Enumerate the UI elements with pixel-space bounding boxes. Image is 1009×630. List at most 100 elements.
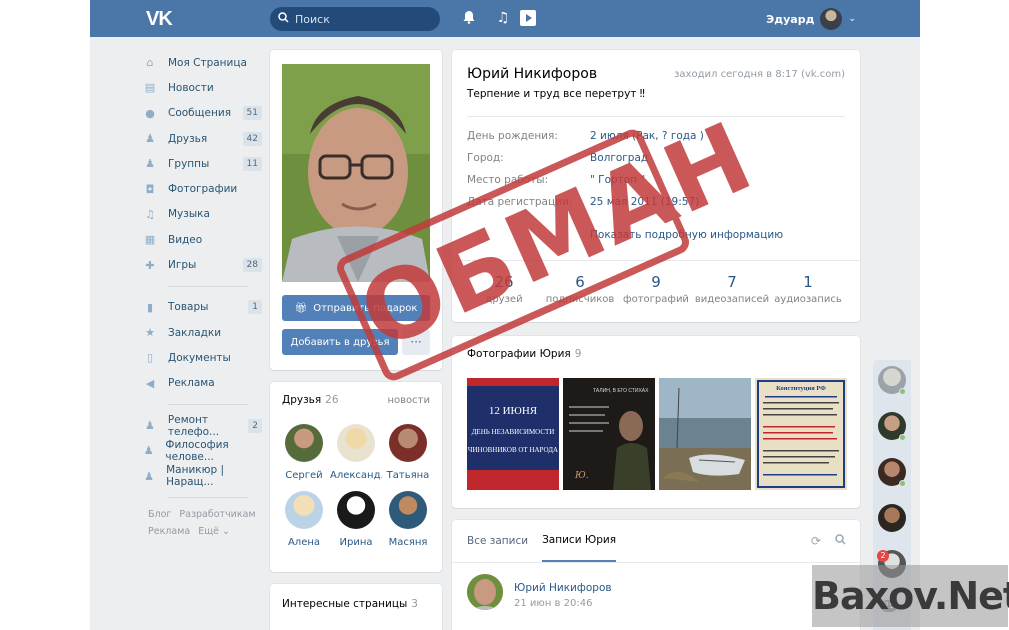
music-icon[interactable]: ♫ [495, 10, 511, 26]
tab-all-posts[interactable]: Все записи [467, 520, 528, 562]
count-badge: 11 [242, 156, 262, 171]
chevron-down-icon: ⌄ [848, 14, 856, 24]
sidebar-item[interactable]: ♟ Друзья 42 [142, 126, 262, 151]
sidebar-item[interactable]: ◘ Фотографии [142, 176, 262, 201]
user-menu[interactable]: Эдуард ⌄ [766, 8, 856, 30]
post-author-name[interactable]: Юрий Никифоров [514, 582, 612, 594]
document-icon: ▯ [146, 351, 154, 365]
sidebar-item-label: Закладки [168, 326, 222, 339]
sidebar-item-label: Документы [168, 351, 231, 364]
bag-icon: ▮ [146, 300, 154, 314]
sidebar-item-label: Реклама [168, 377, 215, 390]
sidebar-item-label: Игры [168, 259, 197, 272]
friend-item[interactable]: Сергей [278, 424, 330, 481]
photos-strip: 12 ИЮНЯ ДЕНЬ НЕЗАВИСИМОСТИ ЧИНОВНИКОВ ОТ… [467, 378, 847, 490]
interesting-count: 3 [411, 598, 418, 610]
music-icon: ♫ [145, 207, 155, 221]
divider [168, 403, 248, 405]
sidebar-item[interactable]: ♟ Философия челове... [142, 438, 262, 463]
photo-thumb[interactable]: Конституция РФ [755, 378, 847, 490]
sidebar-item[interactable]: ♫ Музыка [142, 202, 262, 227]
sidebar-item[interactable]: ▦ Видео [142, 227, 262, 252]
friend-item[interactable]: Ирина [330, 491, 382, 548]
last-seen: заходил сегодня в 8:17 (vk.com) [674, 69, 845, 80]
footer-link-developers[interactable]: Разработчикам [179, 509, 255, 520]
online-friend-avatar[interactable] [878, 504, 906, 532]
news-icon: ▤ [144, 81, 156, 95]
friends-grid: Сергей Александ... Татьяна Алена Ирина Масяня [278, 424, 436, 548]
wall-card: Все записи Записи Юрия ⟳ Юрий Никифоров … [452, 520, 860, 630]
counter-value: 7 [727, 273, 737, 291]
video-play-icon[interactable] [520, 10, 536, 26]
profile-name: Юрий Никифоров [467, 66, 598, 82]
sidebar-item-label: Маникюр | Наращ... [166, 464, 225, 489]
interesting-pages-title[interactable]: Интересные страницы 3 [282, 598, 418, 610]
friend-item[interactable]: Алена [278, 491, 330, 548]
divider [452, 562, 860, 563]
friend-item[interactable]: Масяня [382, 491, 434, 548]
sidebar-item-label: Музыка [168, 208, 210, 221]
sidebar-item-label: Группы [168, 157, 210, 170]
sidebar-item-label: Новости [168, 81, 214, 94]
search-box[interactable] [270, 7, 440, 31]
post-date[interactable]: 21 июн в 20:46 [514, 598, 592, 609]
photo-thumb[interactable]: 12 ИЮНЯ ДЕНЬ НЕЗАВИСИМОСТИ ЧИНОВНИКОВ ОТ… [467, 378, 559, 490]
friend-item[interactable]: Александ... [330, 424, 382, 481]
sidebar-item[interactable]: ▤ Новости [142, 75, 262, 100]
sidebar-item-label: Моя Страница [168, 56, 247, 69]
star-icon: ★ [145, 326, 155, 340]
watermark-text: Baxov.Net [812, 574, 1009, 618]
sidebar-item-label: Видео [168, 233, 203, 246]
sidebar-item[interactable]: ◀ Реклама [142, 371, 262, 396]
profile-counter[interactable]: 1 аудиозапись [770, 273, 846, 322]
footer-link-more[interactable]: Ещё ⌄ [198, 526, 230, 537]
sidebar-item-label: Сообщения [168, 107, 232, 120]
online-indicator [899, 388, 906, 395]
sidebar-item[interactable]: ♟ Ремонт телефо... 2 [142, 413, 262, 438]
friends-title-text: Друзья [282, 394, 322, 406]
friend-avatar [285, 491, 323, 529]
profile-counter[interactable]: 7 видеозаписей [694, 273, 770, 322]
video-icon: ▦ [144, 233, 156, 247]
counter-label: фотографий [623, 294, 689, 305]
sidebar-item[interactable]: ▯ Документы [142, 345, 262, 370]
info-key: День рождения: [467, 130, 558, 142]
unread-badge: 2 [877, 550, 889, 562]
friends-news-link[interactable]: новости [388, 395, 431, 406]
home-icon: ⌂ [146, 56, 154, 70]
group-icon: ♟ [145, 419, 155, 432]
friend-avatar [389, 491, 427, 529]
sidebar-item[interactable]: ▮ Товары 1 [142, 295, 262, 320]
vk-logo[interactable]: VK [146, 8, 173, 31]
search-input[interactable] [295, 12, 425, 26]
footer-link-ads[interactable]: Реклама [148, 526, 190, 537]
camera-icon: ◘ [145, 182, 155, 196]
photo-thumb[interactable] [659, 378, 751, 490]
photos-card: Фотографии Юрия 9 12 ИЮНЯ ДЕНЬ НЕЗАВИСИМО… [452, 336, 860, 508]
sidebar-item[interactable]: ● Сообщения 51 [142, 101, 262, 126]
sidebar-item[interactable]: ⌂ Моя Страница [142, 50, 262, 75]
post-author-avatar[interactable] [467, 574, 503, 610]
friends-card: Друзья26 новости Сергей Александ... Татьян… [270, 382, 442, 572]
photo-thumb[interactable]: ТАЛИН, В ЕГО СТИХАХ Ю. [563, 378, 655, 490]
friends-title[interactable]: Друзья 26 [282, 394, 339, 406]
sidebar-item[interactable]: ♟ Группы 11 [142, 151, 262, 176]
friend-name: Александ... [330, 470, 382, 481]
friend-name: Масяня [388, 537, 428, 548]
sidebar-item-label: Фотографии [168, 183, 238, 196]
search-icon[interactable] [835, 534, 846, 548]
count-badge: 42 [242, 131, 262, 146]
sidebar-item[interactable]: ★ Закладки [142, 320, 262, 345]
refresh-icon[interactable]: ⟳ [811, 534, 821, 548]
sidebar-item[interactable]: ♟ Маникюр | Наращ... [142, 463, 262, 488]
watermark: Baxov.Net [812, 565, 1009, 627]
tab-yuri-posts[interactable]: Записи Юрия [542, 520, 617, 562]
friend-item[interactable]: Татьяна [382, 424, 434, 481]
bell-icon[interactable] [461, 10, 477, 26]
footer-link-blog[interactable]: Блог [148, 509, 171, 520]
sidebar-item-label: Философия челове... [165, 438, 229, 463]
sidebar-item[interactable]: ✚ Игры 28 [142, 252, 262, 277]
user-avatar [820, 8, 843, 30]
sidebar-footer: Блог Разработчикам Реклама Ещё ⌄ [148, 506, 262, 540]
counter-label: аудиозапись [774, 294, 842, 305]
